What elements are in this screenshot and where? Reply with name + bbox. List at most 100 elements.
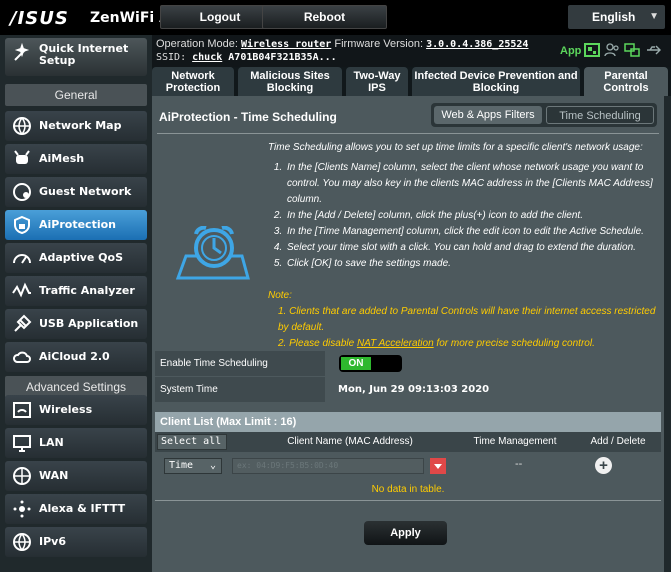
firmware-label: Firmware Version: — [334, 38, 424, 50]
instruction-steps: In the [Clients Name] column, select the… — [285, 160, 658, 272]
sidebar: Quick Internet Setup General Network Map… — [0, 35, 152, 572]
sidebar-item-label: Adaptive QoS — [39, 251, 124, 264]
notes: Note: 1. Clients that are added to Paren… — [268, 288, 658, 352]
sidebar-item-usb-application[interactable]: USB Application — [5, 309, 147, 339]
sidebar-item-lan[interactable]: LAN — [5, 428, 147, 458]
op-mode-link[interactable]: Wireless router — [241, 39, 331, 50]
sidebar-item-label: Network Map — [39, 119, 122, 132]
sidebar-item-label: Guest Network — [39, 185, 132, 198]
general-section-header: General — [5, 84, 147, 106]
divider — [157, 133, 659, 134]
sidebar-item-alexa-ifttt[interactable]: Alexa & IFTTT — [5, 494, 147, 524]
instruction-step: Select your time slot with a click. You … — [285, 240, 658, 256]
ssid-link[interactable]: chuck — [192, 52, 222, 63]
guest-network-icon — [13, 183, 31, 201]
select-all-label: Select all — [161, 436, 222, 447]
sidebar-item-label: IPv6 — [39, 535, 66, 548]
wireless-icon — [13, 402, 31, 418]
time-scheduling-button[interactable]: Time Scheduling — [546, 106, 654, 124]
aiprotection-icon — [14, 215, 30, 235]
usb-status-icon[interactable] — [646, 43, 662, 57]
mac-address-input[interactable]: ex: 04:D9:F5:B5:0D:40 — [232, 458, 424, 474]
lan-icon — [13, 435, 31, 452]
sidebar-item-wan[interactable]: WAN — [5, 461, 147, 491]
alarm-clock-icon — [175, 226, 250, 280]
note-2: 2. Please disable NAT Acceleration for m… — [268, 336, 658, 352]
system-time-value: Mon, Jun 29 09:13:03 2020 — [338, 384, 490, 395]
language-select[interactable]: English ▼ — [568, 5, 665, 29]
instructions: Time Scheduling allows you to set up tim… — [268, 140, 658, 272]
sidebar-item-traffic-analyzer[interactable]: Traffic Analyzer — [5, 276, 147, 306]
qr-app-icon[interactable] — [584, 43, 600, 57]
wizard-icon — [14, 43, 30, 61]
client-select-dropdown[interactable]: Time ⌄ — [164, 458, 222, 474]
select-all-dropdown[interactable]: Select all ⌄ — [157, 434, 227, 461]
divider — [155, 500, 661, 501]
system-time-cell: Mon, Jun 29 09:13:03 2020 — [327, 377, 661, 402]
instruction-step: In the [Add / Delete] column, click the … — [285, 208, 658, 224]
time-management-placeholder: -- — [515, 458, 523, 470]
quick-internet-setup-button[interactable]: Quick Internet Setup — [5, 38, 147, 76]
sidebar-item-aimesh[interactable]: AiMesh — [5, 144, 147, 174]
tab-network-protection[interactable]: Network Protection — [152, 67, 234, 96]
tab-malicious-sites-blocking[interactable]: Malicious Sites Blocking — [238, 67, 342, 96]
sidebar-item-label: Wireless — [39, 403, 93, 416]
nat-acceleration-link[interactable]: NAT Acceleration — [357, 338, 434, 349]
users-icon[interactable] — [604, 43, 620, 57]
add-client-button[interactable]: + — [595, 457, 612, 474]
instructions-intro: Time Scheduling allows you to set up tim… — [268, 142, 643, 153]
top-bar: /ISUS ZenWiFi AX Logout Reboot English ▼ — [0, 0, 671, 35]
qos-icon — [13, 254, 31, 264]
column-client-name: Client Name (MAC Address) — [287, 436, 413, 447]
sidebar-item-aicloud[interactable]: AiCloud 2.0 — [5, 342, 147, 372]
sidebar-item-label: LAN — [39, 436, 64, 449]
sidebar-item-adaptive-qos[interactable]: Adaptive QoS — [5, 243, 147, 273]
sidebar-item-guest-network[interactable]: Guest Network — [5, 177, 147, 207]
sidebar-item-ipv6[interactable]: IPv6 — [5, 527, 147, 557]
note-heading: Note: — [268, 290, 292, 301]
devices-icon[interactable] — [624, 43, 640, 57]
ipv6-icon — [13, 533, 31, 551]
time-scheduling-toggle[interactable]: ON — [339, 355, 402, 372]
enable-time-scheduling-label: Enable Time Scheduling — [155, 351, 325, 376]
alexa-icon — [13, 500, 31, 518]
column-time-management: Time Management — [473, 436, 557, 447]
instruction-step: In the [Clients Name] column, select the… — [285, 160, 658, 208]
note-1: 1. Clients that are added to Parental Co… — [278, 306, 656, 333]
column-add-delete: Add / Delete — [590, 436, 646, 447]
traffic-icon — [12, 282, 31, 298]
info-bar: Operation Mode: Wireless router Firmware… — [152, 35, 671, 67]
instruction-step: In the [Time Management] column, click t… — [285, 224, 658, 240]
firmware-link[interactable]: 3.0.0.4.386_25524 — [426, 39, 528, 50]
client-list-header: Client List (Max Limit : 16) — [155, 412, 661, 432]
usb-icon — [14, 314, 32, 332]
network-map-icon — [13, 117, 31, 135]
web-apps-filters-button[interactable]: Web & Apps Filters — [434, 106, 542, 124]
operation-mode-line: Operation Mode: Wireless router Firmware… — [156, 38, 528, 50]
chevron-down-icon: ▼ — [649, 11, 659, 22]
system-time-row: System Time Mon, Jun 29 09:13:03 2020 — [155, 377, 661, 402]
ssid-label: SSID: — [156, 52, 187, 63]
chevron-down-icon — [434, 464, 442, 469]
sidebar-item-label: AiCloud 2.0 — [39, 350, 110, 363]
language-label: English — [592, 10, 636, 24]
empty-table-message: No data in table. — [155, 480, 661, 500]
client-select-label: Time — [169, 460, 194, 471]
enable-time-scheduling-row: Enable Time Scheduling ON — [155, 351, 661, 376]
client-list-dropdown-button[interactable] — [430, 458, 446, 474]
sidebar-item-label: AiProtection — [39, 218, 116, 231]
sidebar-item-aiprotection[interactable]: AiProtection — [5, 210, 147, 240]
sidebar-item-network-map[interactable]: Network Map — [5, 111, 147, 141]
sidebar-item-wireless[interactable]: Wireless — [5, 395, 147, 425]
system-time-label: System Time — [155, 377, 325, 402]
tab-infected-device-prevention[interactable]: Infected Device Prevention and Blocking — [412, 67, 580, 96]
ssid-secondary: A701B04F321B35A... — [228, 52, 337, 63]
sidebar-item-label: Traffic Analyzer — [39, 284, 135, 297]
tab-parental-controls[interactable]: Parental Controls — [584, 67, 668, 96]
tab-two-way-ips[interactable]: Two-Way IPS — [346, 67, 408, 96]
page-title: AiProtection - Time Scheduling — [159, 110, 337, 124]
toggle-on-label: ON — [341, 357, 371, 370]
sidebar-item-label: Alexa & IFTTT — [39, 502, 126, 515]
reboot-button[interactable]: Reboot — [262, 5, 387, 29]
apply-button[interactable]: Apply — [364, 521, 447, 545]
